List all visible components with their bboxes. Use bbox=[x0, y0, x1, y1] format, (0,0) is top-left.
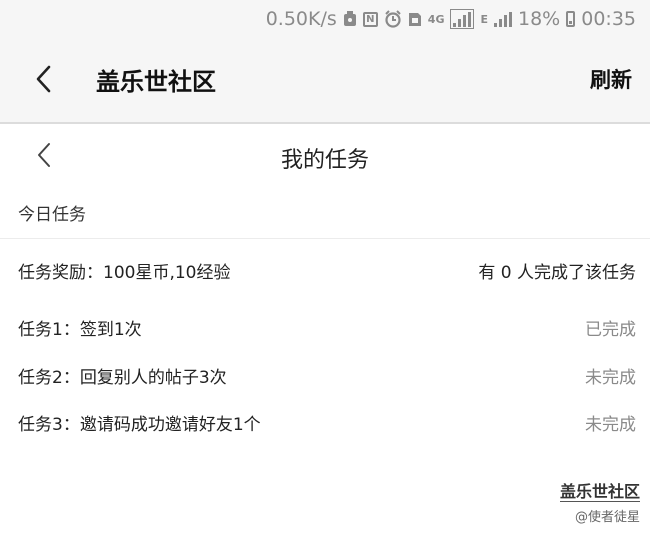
nfc-icon: N bbox=[362, 11, 378, 27]
section-divider bbox=[0, 238, 650, 239]
section-header-today: 今日任务 bbox=[18, 205, 86, 225]
watermark-user: @使者徒星 bbox=[574, 510, 640, 525]
chevron-left-icon bbox=[36, 65, 51, 93]
clock-time: 00:35 bbox=[581, 8, 636, 30]
battery-percent: 18% bbox=[518, 8, 561, 30]
n-icon bbox=[408, 11, 422, 27]
task-status: 未完成 bbox=[585, 368, 636, 388]
task-row: 任务3：邀请码成功邀请好友1个 未完成 bbox=[18, 410, 636, 435]
reward-row: 任务奖励：100星币,10经验 有 0 人完成了该任务 bbox=[18, 258, 636, 283]
reward-label: 任务奖励：100星币,10经验 bbox=[18, 263, 231, 283]
alarm-icon bbox=[384, 10, 402, 28]
task-status: 已完成 bbox=[585, 320, 636, 340]
back-button[interactable] bbox=[30, 64, 60, 94]
task-label: 任务3：邀请码成功邀请好友1个 bbox=[18, 415, 261, 435]
refresh-button[interactable]: 刷新 bbox=[590, 64, 632, 94]
battery-icon bbox=[566, 11, 576, 27]
network-4g-label: 4G bbox=[427, 12, 445, 26]
signal-icon bbox=[494, 11, 512, 27]
page-header: 我的任务 bbox=[0, 124, 650, 188]
completed-count-text: 有 0 人完成了该任务 bbox=[478, 263, 636, 283]
task-label: 任务2：回复别人的帖子3次 bbox=[18, 368, 227, 388]
task-row: 任务2：回复别人的帖子3次 未完成 bbox=[18, 363, 636, 388]
task-label: 任务1：签到1次 bbox=[18, 320, 142, 340]
signal-icon bbox=[450, 9, 475, 29]
network-speed: 0.50K/s bbox=[265, 8, 337, 30]
task-row: 任务1：签到1次 已完成 bbox=[18, 315, 636, 340]
watermark-brand: 盖乐世社区 bbox=[559, 482, 640, 502]
network-e-label: E bbox=[480, 12, 488, 26]
page-title: 我的任务 bbox=[280, 148, 369, 173]
status-bar: 0.50K/s N 4G E 18% 00:35 bbox=[0, 0, 650, 38]
usb-icon bbox=[343, 11, 357, 27]
app-bar: 盖乐世社区 刷新 bbox=[0, 38, 650, 124]
app-title: 盖乐世社区 bbox=[96, 67, 216, 96]
task-status: 未完成 bbox=[585, 415, 636, 435]
